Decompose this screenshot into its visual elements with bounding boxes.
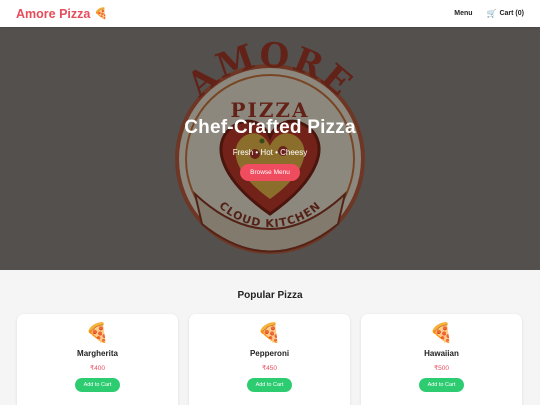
hero-title: Chef-Crafted Pizza <box>184 117 356 138</box>
add-to-cart-button[interactable]: Add to Cart <box>418 378 465 392</box>
nav-cart-link[interactable]: 🛒 Cart (0) <box>487 9 524 18</box>
add-to-cart-button[interactable]: Add to Cart <box>74 378 121 392</box>
pizza-card-hawaiian: 🍕 Hawaiian ₹500 Add to Cart <box>361 314 522 405</box>
pizza-name: Margherita <box>77 349 118 358</box>
popular-section-title: Popular Pizza <box>237 290 303 301</box>
pizza-price: ₹450 <box>262 365 277 372</box>
pizza-card-margherita: 🍕 Margherita ₹400 Add to Cart <box>17 314 178 405</box>
pizza-card-pepperoni: 🍕 Pepperoni ₹450 Add to Cart <box>189 314 350 405</box>
cart-label: Cart (0) <box>499 10 524 17</box>
browse-menu-button[interactable]: Browse Menu <box>240 164 300 181</box>
hero-subtitle: Fresh • Hot • Cheesy <box>232 148 308 157</box>
pizza-price: ₹500 <box>434 365 449 372</box>
pizza-name: Hawaiian <box>424 349 459 358</box>
cart-icon: 🛒 <box>486 9 497 18</box>
pizza-slice-icon: 🍕 <box>85 323 110 344</box>
hero-banner: AMORE PIZZA CLOUD KITCHEN Chef-Crafted P… <box>0 27 540 270</box>
pizza-slice-icon: 🍕 <box>429 323 454 344</box>
top-navbar: Amore Pizza 🍕 Menu 🛒 Cart (0) <box>0 0 540 27</box>
hero-content: Chef-Crafted Pizza Fresh • Hot • Cheesy … <box>0 117 540 181</box>
brand-name: Amore Pizza <box>16 6 91 21</box>
pizza-icon: 🍕 <box>94 8 109 20</box>
brand-logo-link[interactable]: Amore Pizza 🍕 <box>16 7 108 21</box>
nav-links: Menu 🛒 Cart (0) <box>454 9 524 18</box>
pizza-card-list: 🍕 Margherita ₹400 Add to Cart 🍕 Pepperon… <box>17 314 524 405</box>
pizza-slice-icon: 🍕 <box>257 323 282 344</box>
pizza-price: ₹400 <box>90 365 105 372</box>
pizza-name: Pepperoni <box>249 349 290 358</box>
nav-menu-link[interactable]: Menu <box>454 10 472 17</box>
add-to-cart-button[interactable]: Add to Cart <box>246 378 293 392</box>
